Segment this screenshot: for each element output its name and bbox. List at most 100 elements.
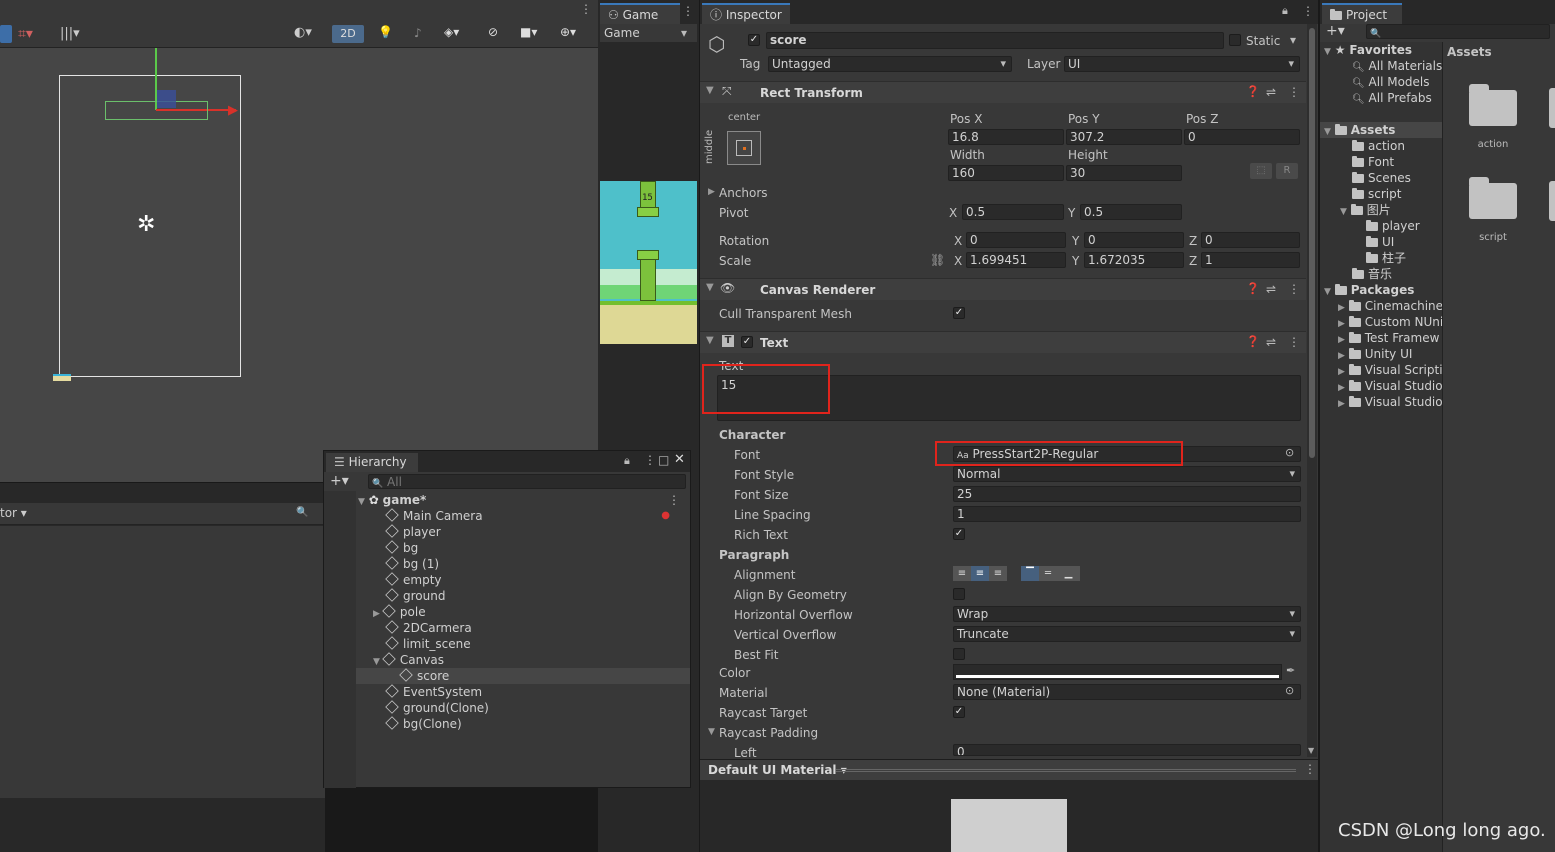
align-right-button[interactable]: ≡	[989, 566, 1007, 581]
more-icon[interactable]: ⋮	[1302, 4, 1314, 18]
canvas-renderer-header[interactable]: ▼ 👁︎ Canvas Renderer ❓ ⇌ ⋮	[700, 278, 1306, 300]
assets-row[interactable]: ▼ Assets	[1320, 122, 1442, 138]
shading-icon[interactable]: ◐▾	[294, 25, 312, 40]
asset-folder[interactable]: Scenes	[1352, 170, 1411, 186]
game-display-dropdown[interactable]: Game ▾	[600, 24, 697, 42]
h-overflow-dropdown[interactable]: Wrap	[953, 606, 1301, 622]
pos-x-field[interactable]: 16.8	[948, 129, 1064, 145]
presets-icon[interactable]: ⇌	[1266, 85, 1276, 99]
maximize-icon[interactable]: □	[658, 453, 669, 467]
chevron-down-icon[interactable]: ▼	[358, 497, 365, 507]
material-footer-dropdown[interactable]: Default UI Material ▾	[708, 763, 847, 777]
list-item[interactable]: limit_scene	[385, 636, 471, 652]
x-arrow-icon[interactable]: ▶	[228, 103, 238, 118]
static-checkbox[interactable]	[1229, 34, 1241, 46]
text-enabled-checkbox[interactable]: ✓	[741, 336, 753, 348]
list-item[interactable]: ground(Clone)	[385, 700, 489, 716]
asset-folder[interactable]: player	[1366, 218, 1420, 234]
list-item[interactable]: ▶ pole	[373, 604, 426, 620]
align-geometry-checkbox[interactable]	[953, 588, 965, 600]
help-icon[interactable]: ❓	[1246, 282, 1260, 295]
width-field[interactable]: 160	[948, 165, 1064, 181]
help-icon[interactable]: ❓	[1246, 335, 1260, 348]
constrain-scale-icon[interactable]: ⛓	[930, 253, 945, 267]
asset-folder[interactable]: script	[1352, 186, 1401, 202]
inspector-scrollbar[interactable]: ▼	[1307, 24, 1317, 757]
more-icon[interactable]: ⋮	[1288, 85, 1300, 99]
pos-y-field[interactable]: 307.2	[1066, 129, 1182, 145]
project-search-input[interactable]: 🔍	[1366, 24, 1550, 39]
object-picker-icon[interactable]: ⊙	[1285, 684, 1294, 697]
list-item-selected[interactable]: score	[356, 668, 690, 684]
search-icon[interactable]: 🔍	[296, 507, 308, 518]
pivot-x-field[interactable]: 0.5	[962, 204, 1064, 220]
camera-icon[interactable]: ■▾	[520, 25, 537, 39]
font-style-dropdown[interactable]: Normal	[953, 466, 1301, 482]
scale-z-field[interactable]: 1	[1201, 252, 1300, 268]
asset-folder[interactable]: Font	[1352, 154, 1394, 170]
pos-z-field[interactable]: 0	[1184, 129, 1300, 145]
lock-icon[interactable]: 🔒︎	[1282, 4, 1288, 18]
more-icon[interactable]: ⋮	[644, 453, 656, 467]
rich-text-checkbox[interactable]: ✓	[953, 528, 965, 540]
object-picker-icon[interactable]: ⊙	[1285, 446, 1294, 459]
pivot-y-field[interactable]: 0.5	[1080, 204, 1182, 220]
eyedropper-icon[interactable]: ✒	[1286, 664, 1295, 677]
material-field[interactable]: None (Material)	[953, 684, 1301, 700]
height-field[interactable]: 30	[1066, 165, 1182, 181]
more-icon[interactable]: ⋮	[1304, 762, 1316, 776]
close-icon[interactable]: ✕	[674, 452, 685, 467]
favorite-item[interactable]: 🔍︎ All Materials	[1352, 58, 1442, 74]
foldout-icon[interactable]: ▼	[706, 335, 714, 346]
hidden-objects-icon[interactable]: ⊘	[488, 25, 498, 39]
align-top-button[interactable]: ▔	[1021, 566, 1039, 581]
asset-folder[interactable]: action	[1352, 138, 1405, 154]
asset-tile[interactable]: script	[1463, 177, 1523, 247]
list-item[interactable]: EventSystem	[385, 684, 482, 700]
asset-tile-partial[interactable]	[1549, 88, 1555, 128]
list-item[interactable]: ▼ Canvas	[373, 652, 444, 668]
grid-icon[interactable]: |||▾	[60, 26, 80, 41]
presets-icon[interactable]: ⇌	[1266, 282, 1276, 296]
chevron-down-icon[interactable]: ▼	[373, 657, 380, 667]
scale-x-field[interactable]: 1.699451	[966, 252, 1066, 268]
scene-row[interactable]: ▼ ✿ game* ⋮	[358, 492, 688, 508]
font-size-field[interactable]: 25	[953, 486, 1301, 502]
cull-checkbox[interactable]: ✓	[953, 307, 965, 319]
text-header[interactable]: ▼ T ✓ Text ❓ ⇌ ⋮	[700, 331, 1306, 353]
list-item[interactable]: 2DCarmera	[385, 620, 472, 636]
scale-y-field[interactable]: 1.672035	[1084, 252, 1184, 268]
package-folder[interactable]: ▶ Visual Studio	[1338, 378, 1443, 394]
asset-folder[interactable]: 柱子	[1366, 250, 1406, 266]
inspector-tab[interactable]: ⓘ Inspector	[702, 3, 790, 24]
help-icon[interactable]: ❓	[1246, 85, 1260, 98]
move-handle[interactable]	[157, 90, 176, 108]
rot-z-field[interactable]: 0	[1201, 232, 1300, 248]
presets-icon[interactable]: ⇌	[1266, 335, 1276, 349]
list-item[interactable]: empty	[385, 572, 442, 588]
blueprint-button[interactable]: ⬚	[1250, 163, 1272, 179]
active-checkbox[interactable]: ✓	[748, 34, 760, 46]
package-folder[interactable]: ▶ Unity UI	[1338, 346, 1412, 362]
raycast-target-checkbox[interactable]: ✓	[953, 706, 965, 718]
raw-edit-button[interactable]: R	[1276, 163, 1298, 179]
anchors-foldout-icon[interactable]: ▶	[708, 187, 715, 197]
asset-folder[interactable]: UI	[1366, 234, 1394, 250]
anchors-label[interactable]: Anchors	[719, 186, 768, 200]
align-bottom-button[interactable]: ▁	[1057, 566, 1080, 581]
asset-folder[interactable]: 音乐	[1352, 266, 1392, 282]
foldout-icon[interactable]: ▼	[706, 282, 714, 293]
hierarchy-tab[interactable]: ☰ Hierarchy	[326, 453, 418, 472]
list-item[interactable]: player	[385, 524, 441, 540]
rect-transform-header[interactable]: ▼ ⤧ Rect Transform ❓ ⇌ ⋮	[700, 81, 1306, 103]
packages-row[interactable]: ▼ Packages	[1324, 282, 1414, 298]
scene-tool-button[interactable]	[0, 25, 12, 43]
audio-icon[interactable]: ♪	[414, 26, 422, 40]
package-folder[interactable]: ▶ Custom NUni	[1338, 314, 1443, 330]
more-icon[interactable]: ⋮	[1288, 282, 1300, 296]
tag-dropdown[interactable]: Untagged	[768, 56, 1012, 72]
list-item[interactable]: ground	[385, 588, 445, 604]
color-field[interactable]	[953, 664, 1282, 680]
v-overflow-dropdown[interactable]: Truncate	[953, 626, 1301, 642]
asset-tile[interactable]: action	[1463, 84, 1523, 154]
